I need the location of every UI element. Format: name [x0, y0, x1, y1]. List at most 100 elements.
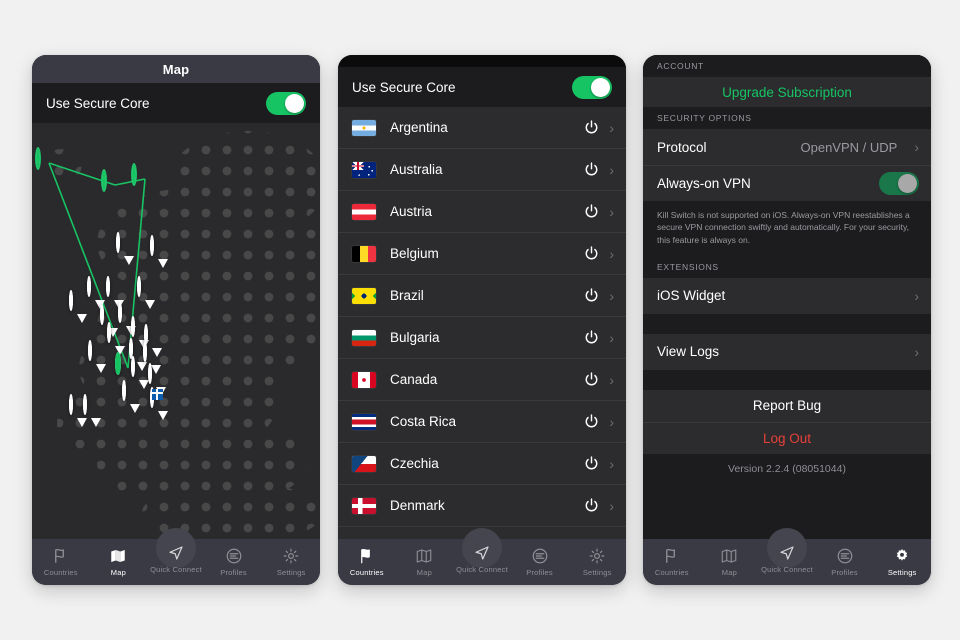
tab-settings[interactable]: Settings — [873, 539, 931, 585]
section-gap — [643, 369, 931, 390]
always-on-vpn-row[interactable]: Always-on VPN — [643, 165, 931, 201]
country-name: Denmark — [390, 498, 445, 513]
chevron-right-icon[interactable]: › — [609, 289, 614, 303]
map-pin-spain[interactable] — [83, 394, 109, 427]
tab-map[interactable]: Map — [90, 539, 148, 585]
tab-bar-countries[interactable]: Countries Map Quick Connect Profiles Set… — [338, 528, 626, 585]
tab-label: Profiles — [526, 568, 553, 577]
table-row[interactable]: Argentina › — [338, 107, 626, 149]
flag-pl-icon — [137, 276, 141, 297]
map-pin-greece[interactable] — [150, 387, 176, 420]
table-row[interactable]: Australia › — [338, 149, 626, 191]
tab-countries[interactable]: Countries — [338, 539, 396, 585]
map-pin-denmark[interactable] — [116, 232, 142, 265]
secure-core-row-map[interactable]: Use Secure Core — [32, 83, 320, 123]
always-on-vpn-toggle[interactable] — [879, 172, 919, 195]
section-gap — [643, 313, 931, 334]
secure-core-toggle[interactable] — [572, 75, 612, 99]
flag-cz-icon — [131, 316, 135, 337]
map-pin-netherlands[interactable] — [106, 276, 132, 309]
flag-lt-icon — [150, 235, 154, 256]
map-pin-iceland[interactable] — [36, 148, 62, 176]
chevron-right-icon[interactable]: › — [609, 121, 614, 135]
tab-profiles[interactable]: Profiles — [816, 539, 874, 585]
always-on-vpn-label: Always-on VPN — [657, 176, 751, 191]
secure-core-connection-lines — [48, 162, 146, 369]
table-row[interactable]: Czechia › — [338, 443, 626, 485]
tab-profiles[interactable]: Profiles — [511, 539, 569, 585]
country-name: Costa Rica — [390, 414, 457, 429]
power-icon[interactable] — [583, 119, 600, 136]
table-row[interactable]: Bulgaria › — [338, 317, 626, 359]
map-pin-poland[interactable] — [137, 276, 163, 309]
map-icon — [417, 549, 432, 563]
ios-widget-row[interactable]: iOS Widget › — [643, 277, 931, 314]
map-pin-sweden[interactable] — [132, 164, 158, 192]
tab-quick-connect[interactable]: Quick Connect — [453, 528, 511, 585]
tab-map[interactable]: Map — [396, 539, 454, 585]
status-strip — [338, 55, 626, 67]
protocol-right: OpenVPN / UDP › — [801, 140, 920, 155]
secure-core-row-countries[interactable]: Use Secure Core — [338, 67, 626, 107]
tab-bar-map[interactable]: Countries Map Quick Connect Profiles Set… — [32, 528, 320, 585]
chevron-right-icon[interactable]: › — [609, 205, 614, 219]
chevron-right-icon[interactable]: › — [609, 247, 614, 261]
map-pin-switzerland-selected[interactable] — [115, 352, 141, 381]
secure-core-toggle[interactable] — [266, 91, 306, 115]
power-icon[interactable] — [583, 287, 600, 304]
table-row[interactable]: Brazil › — [338, 275, 626, 317]
tab-countries[interactable]: Countries — [643, 539, 701, 585]
map-pin-italy[interactable] — [122, 380, 148, 413]
map-pin-norway[interactable] — [102, 170, 128, 198]
tab-quick-connect[interactable]: Quick Connect — [758, 528, 816, 585]
tab-countries[interactable]: Countries — [32, 539, 90, 585]
chevron-right-icon[interactable]: › — [914, 345, 919, 359]
power-icon[interactable] — [583, 203, 600, 220]
tab-profiles[interactable]: Profiles — [205, 539, 263, 585]
flag-de-icon — [118, 302, 122, 323]
map-pin-lithuania[interactable] — [150, 235, 176, 268]
table-row[interactable]: Belgium › — [338, 233, 626, 275]
country-list[interactable]: Argentina › Australia › Austria › Belgiu… — [338, 107, 626, 539]
chevron-right-icon[interactable]: › — [914, 289, 919, 303]
chevron-right-icon[interactable]: › — [609, 331, 614, 345]
table-row[interactable]: Canada › — [338, 359, 626, 401]
protocol-label: Protocol — [657, 139, 707, 155]
power-icon[interactable] — [583, 329, 600, 346]
chevron-right-icon[interactable]: › — [609, 163, 614, 177]
table-row[interactable]: Costa Rica › — [338, 401, 626, 443]
log-out-button[interactable]: Log Out — [643, 421, 931, 454]
map-screen-panel: Map Use Secure Core Countries Map Quick … — [32, 55, 320, 585]
flag-ca-icon — [352, 371, 376, 388]
chevron-right-icon[interactable]: › — [914, 140, 919, 154]
tab-label: Profiles — [220, 568, 247, 577]
table-row[interactable]: Austria › — [338, 191, 626, 233]
power-icon[interactable] — [583, 161, 600, 178]
power-icon[interactable] — [583, 371, 600, 388]
tab-label: Map — [721, 568, 737, 577]
flag-br-icon — [352, 287, 376, 304]
tab-map[interactable]: Map — [701, 539, 759, 585]
world-map[interactable] — [32, 123, 320, 539]
power-icon[interactable] — [583, 455, 600, 472]
chevron-right-icon[interactable]: › — [609, 457, 614, 471]
chevron-right-icon[interactable]: › — [609, 373, 614, 387]
toggle-knob — [591, 77, 610, 97]
view-logs-row[interactable]: View Logs › — [643, 333, 931, 370]
report-bug-button[interactable]: Report Bug — [643, 389, 931, 422]
map-pin-france[interactable] — [88, 340, 114, 373]
tab-quick-connect[interactable]: Quick Connect — [147, 528, 205, 585]
protocol-row[interactable]: Protocol OpenVPN / UDP › — [643, 129, 931, 165]
tab-bar-settings[interactable]: Countries Map Quick Connect Profiles Set… — [643, 528, 931, 585]
power-icon[interactable] — [583, 413, 600, 430]
flag-ch-icon — [115, 352, 121, 375]
tab-label: Quick Connect — [761, 565, 813, 574]
power-icon[interactable] — [583, 245, 600, 262]
table-row[interactable]: Denmark › — [338, 485, 626, 527]
upgrade-subscription-button[interactable]: Upgrade Subscription — [643, 77, 931, 107]
tab-settings[interactable]: Settings — [262, 539, 320, 585]
chevron-right-icon[interactable]: › — [609, 499, 614, 513]
power-icon[interactable] — [583, 497, 600, 514]
chevron-right-icon[interactable]: › — [609, 415, 614, 429]
tab-settings[interactable]: Settings — [568, 539, 626, 585]
